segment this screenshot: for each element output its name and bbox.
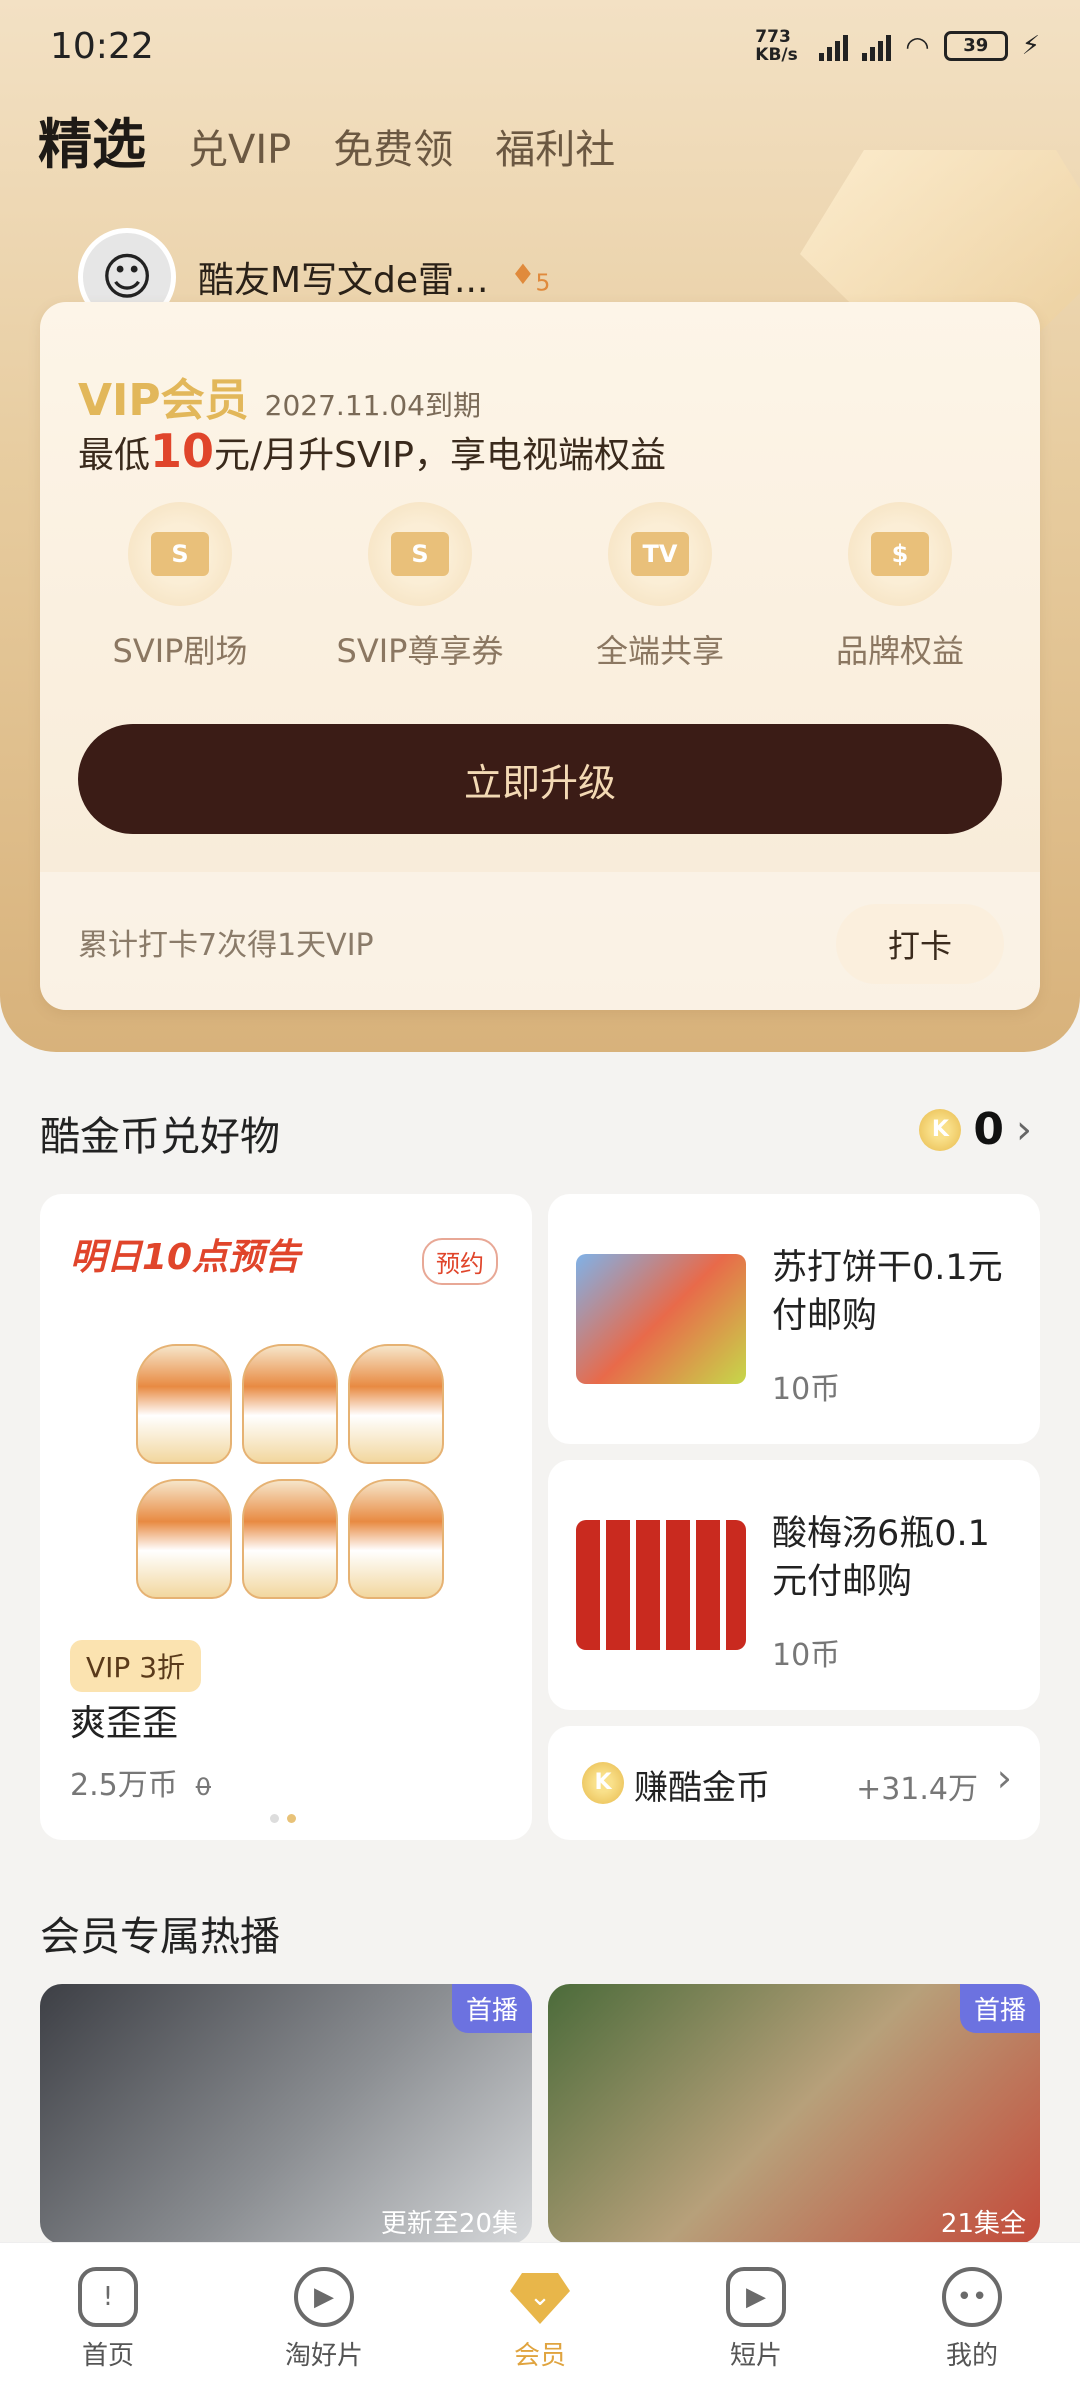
feature-product-card[interactable]: 明日10点预告 预约 VIP 3折 爽歪歪 2.5万币 0: [40, 1194, 532, 1840]
product-title: 酸梅汤6瓶0.1元付邮购: [772, 1514, 990, 1602]
checkin-text: 累计打卡7次得1天VIP: [78, 928, 374, 963]
coupon-icon: S: [368, 502, 472, 606]
product-card-plum-drink[interactable]: 酸梅汤6瓶0.1元付邮购 10币: [548, 1460, 1040, 1710]
premiere-badge: 首播: [959, 1984, 1040, 2033]
tab-free[interactable]: 免费领: [333, 117, 453, 175]
coin-icon: K: [919, 1108, 962, 1151]
hot-section-title: 会员专属热播: [40, 1914, 280, 1960]
vip-status: VIP会员 2027.11.04到期: [78, 364, 481, 428]
discount-badge: VIP 3折: [70, 1640, 202, 1692]
product-price: 10币: [772, 1372, 841, 1407]
svip-promo: 最低10元/月升SVIP，享电视端权益: [78, 424, 666, 478]
earn-value: +31.4万: [856, 1772, 978, 1807]
wifi-icon: ◠: [905, 29, 930, 63]
reserve-button[interactable]: 预约: [422, 1238, 498, 1285]
theater-icon: S: [128, 502, 232, 606]
profile-icon: ••: [942, 2267, 1002, 2327]
product-name: 爽歪歪: [70, 1703, 179, 1744]
vip-label: VIP会员: [78, 375, 249, 426]
earn-coins-entry[interactable]: K 赚酷金币 +31.4万 ›: [548, 1726, 1040, 1840]
product-card-crackers[interactable]: 苏打饼干0.1元付邮购 10币: [548, 1194, 1040, 1444]
tab-discover[interactable]: ▶ 淘好片: [244, 2267, 404, 2400]
tab-shorts[interactable]: ▶ 短片: [676, 2267, 836, 2400]
diamond-icon: ⌄: [510, 2273, 570, 2324]
coin-icon: K: [582, 1762, 624, 1804]
level-badge-icon: ♦5: [510, 257, 551, 297]
status-icons: 773 KB/s ◠ 39 ⚡: [755, 28, 1040, 64]
user-name: 酷友M写文de雷...: [198, 260, 489, 301]
episode-status: 21集全: [940, 2209, 1026, 2239]
coin-mall-title: 酷金币兑好物: [40, 1114, 280, 1160]
premiere-badge: 首播: [451, 1984, 532, 2033]
carousel-dots: [270, 1814, 296, 1823]
charging-icon: ⚡: [1021, 31, 1040, 61]
battery-level: 39: [963, 35, 989, 56]
tab-vip[interactable]: ⌄ 会员: [460, 2267, 620, 2400]
tv-icon: TV: [608, 502, 712, 606]
checkin-button[interactable]: 打卡: [836, 904, 1004, 984]
benefit-svip-theater[interactable]: S SVIP剧场: [65, 502, 295, 672]
play-icon: ▶: [726, 2267, 786, 2327]
signal-icon: [819, 31, 849, 61]
benefit-svip-coupon[interactable]: S SVIP尊享券: [305, 502, 535, 672]
product-price: 10币: [772, 1638, 841, 1673]
video-card[interactable]: 首播 21集全: [548, 1984, 1040, 2244]
status-time: 10:22: [50, 26, 154, 67]
benefit-all-devices[interactable]: TV 全端共享: [545, 502, 775, 672]
vip-expire-date: 2027.11.04到期: [264, 389, 481, 422]
bottom-tab-bar: ! 首页 ▶ 淘好片 ⌄ 会员 ▶ 短片 •• 我的: [0, 2242, 1080, 2400]
chevron-right-icon: ›: [996, 1756, 1012, 1800]
gift-icon: $: [848, 502, 952, 606]
tab-me[interactable]: •• 我的: [892, 2267, 1052, 2400]
crackers-image: [576, 1254, 746, 1384]
earn-label: 赚酷金币: [634, 1768, 770, 1808]
product-image: [110, 1344, 470, 1604]
battery-icon: 39: [943, 31, 1008, 61]
preview-label: 明日10点预告: [70, 1237, 301, 1278]
chevron-right-icon: ›: [1016, 1106, 1032, 1153]
tab-welfare[interactable]: 福利社: [495, 117, 615, 175]
status-bar: 10:22 773 KB/s ◠ 39 ⚡: [0, 0, 1080, 96]
tab-redeem-vip[interactable]: 兑VIP: [188, 117, 291, 175]
net-speed: 773 KB/s: [755, 27, 798, 65]
video-card[interactable]: 首播 更新至20集: [40, 1984, 532, 2244]
upgrade-button[interactable]: 立即升级: [78, 724, 1002, 834]
signal-icon-2: [862, 31, 892, 61]
benefit-brand[interactable]: $ 品牌权益: [785, 502, 1015, 672]
tab-home[interactable]: ! 首页: [28, 2267, 188, 2400]
benefit-list: S SVIP剧场 S SVIP尊享券 TV 全端共享 $ 品牌权益: [40, 502, 1040, 672]
product-title: 苏打饼干0.1元付邮购: [772, 1248, 1003, 1336]
product-price: 2.5万币 0: [70, 1768, 211, 1803]
search-play-icon: ▶: [294, 2267, 354, 2327]
coin-balance-value: 0: [973, 1104, 1004, 1155]
episode-status: 更新至20集: [380, 2209, 518, 2239]
tab-featured[interactable]: 精选: [38, 100, 146, 179]
plum-drink-image: [576, 1520, 746, 1650]
vip-card: VIP会员 2027.11.04到期 最低10元/月升SVIP，享电视端权益 S…: [40, 302, 1040, 1010]
top-tabs: 精选 兑VIP 免费领 福利社: [38, 100, 615, 179]
coin-balance[interactable]: K 0 ›: [919, 1104, 1032, 1155]
home-icon: !: [78, 2267, 138, 2327]
